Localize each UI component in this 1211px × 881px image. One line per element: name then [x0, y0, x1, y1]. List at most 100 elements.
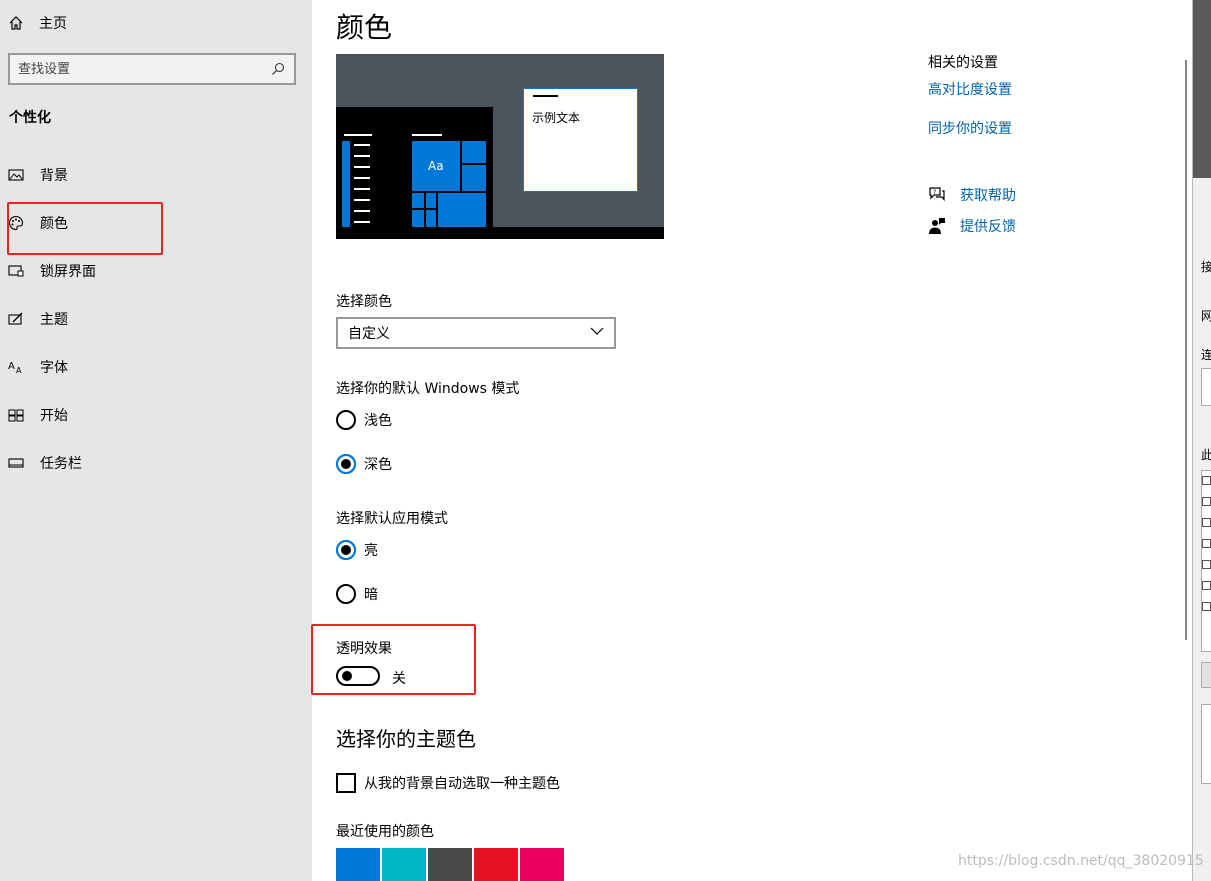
- recent-colors: [336, 848, 566, 881]
- sidebar-item-lock-screen[interactable]: 锁屏界面: [8, 253, 308, 289]
- preview-divider: [460, 163, 486, 165]
- choose-color-dropdown[interactable]: 自定义: [336, 317, 616, 349]
- preview-line: [344, 134, 372, 136]
- taskbar-icon: [8, 455, 24, 471]
- preview-line: [354, 166, 370, 168]
- high-contrast-link[interactable]: 高对比度设置: [928, 79, 1012, 99]
- transparency-state: 关: [392, 671, 406, 687]
- sync-settings-link[interactable]: 同步你的设置: [928, 118, 1012, 138]
- color-swatch[interactable]: [336, 848, 380, 881]
- svg-text:A: A: [8, 361, 15, 372]
- color-preview: Aa 示例文本: [336, 54, 664, 239]
- preview-start-menu: Aa: [336, 107, 493, 239]
- sidebar-item-background[interactable]: 背景: [8, 157, 308, 193]
- radio-circle-selected[interactable]: [336, 454, 356, 474]
- background-window-checkbox: [1202, 602, 1211, 611]
- color-swatch[interactable]: [520, 848, 564, 881]
- background-window-text: 此: [1201, 446, 1211, 463]
- chevron-down-icon: [590, 324, 604, 342]
- sidebar-item-label: 主题: [40, 312, 68, 328]
- preview-line: [354, 177, 370, 179]
- preview-line: [354, 188, 370, 190]
- radio-circle-selected[interactable]: [336, 540, 356, 560]
- sidebar-item-label: 开始: [40, 408, 68, 424]
- watermark: https://blog.csdn.net/qq_38020915: [958, 853, 1204, 869]
- home-link[interactable]: 主页: [8, 13, 67, 33]
- preview-line: [412, 134, 442, 136]
- choose-color-value: 自定义: [348, 326, 390, 342]
- recent-colors-label: 最近使用的颜色: [336, 824, 434, 840]
- preview-divider: [436, 191, 438, 227]
- sidebar-item-fonts[interactable]: AA 字体: [8, 349, 308, 385]
- color-swatch[interactable]: [382, 848, 426, 881]
- background-window-panel: [1201, 704, 1211, 784]
- radio-label: 深色: [364, 457, 392, 473]
- preview-line: [354, 221, 370, 223]
- page-title: 颜色: [336, 11, 393, 44]
- color-swatch[interactable]: [428, 848, 472, 881]
- sidebar-item-label: 字体: [40, 360, 68, 376]
- background-window-checkbox: [1202, 476, 1211, 485]
- radio-label: 亮: [364, 543, 378, 559]
- color-swatch[interactable]: [474, 848, 518, 881]
- radio-circle[interactable]: [336, 410, 356, 430]
- radio-label: 浅色: [364, 413, 392, 429]
- sidebar: 主页 个性化 背景 颜色 锁屏界面 主题 AA 字体: [0, 0, 312, 881]
- preview-sample-text: 示例文本: [532, 111, 581, 125]
- sidebar-item-label: 任务栏: [40, 456, 82, 472]
- preview-window: 示例文本: [523, 88, 638, 192]
- preview-tile-text: Aa: [428, 159, 444, 173]
- windows-mode-label: 选择你的默认 Windows 模式: [336, 381, 520, 397]
- scrollbar[interactable]: [1185, 60, 1187, 640]
- start-icon: [8, 407, 24, 423]
- background-window-button: [1201, 662, 1211, 688]
- background-window-checkbox: [1202, 560, 1211, 569]
- sidebar-item-label: 背景: [40, 168, 68, 184]
- sidebar-item-start[interactable]: 开始: [8, 397, 308, 433]
- checkbox-box[interactable]: [336, 773, 356, 793]
- radio-windows-dark[interactable]: 深色: [336, 452, 392, 476]
- radio-windows-light[interactable]: 浅色: [336, 408, 392, 432]
- search-input[interactable]: [18, 61, 270, 77]
- feedback-icon: [928, 217, 946, 235]
- svg-text:A: A: [16, 366, 22, 375]
- preview-line: [354, 144, 370, 146]
- radio-app-dark[interactable]: 暗: [336, 582, 378, 606]
- checkbox-label: 从我的背景自动选取一种主题色: [364, 776, 560, 792]
- search-icon[interactable]: [270, 61, 286, 77]
- related-settings-title: 相关的设置: [928, 55, 998, 71]
- radio-circle[interactable]: [336, 584, 356, 604]
- transparency-toggle[interactable]: [336, 666, 380, 686]
- preview-window-bar: [533, 95, 558, 97]
- radio-app-light[interactable]: 亮: [336, 538, 378, 562]
- preview-divider: [460, 141, 462, 193]
- help-chat-icon: ?: [928, 186, 946, 204]
- home-label: 主页: [39, 16, 67, 32]
- accent-heading: 选择你的主题色: [336, 727, 476, 751]
- search-box[interactable]: [8, 53, 296, 85]
- give-feedback-link[interactable]: 提供反馈: [928, 216, 1016, 236]
- preview-line: [354, 155, 370, 157]
- main-content: 颜色 Aa 示例文本 选择颜色 自定义 选择你的默认 Windows 模式 浅色…: [311, 0, 1192, 881]
- auto-accent-checkbox[interactable]: 从我的背景自动选取一种主题色: [336, 773, 560, 793]
- background-window-text: 网络: [1201, 307, 1211, 324]
- background-window-checkbox: [1202, 497, 1211, 506]
- svg-text:?: ?: [933, 189, 936, 196]
- image-icon: [8, 167, 24, 183]
- highlight-box-colors: [7, 202, 163, 255]
- background-window-checkbox: [1202, 518, 1211, 527]
- background-window: 接 网络 连 此: [1192, 0, 1211, 881]
- background-window-text: 接: [1201, 258, 1211, 275]
- get-help-link[interactable]: ? 获取帮助: [928, 185, 1016, 205]
- preview-line: [354, 199, 370, 201]
- sidebar-item-themes[interactable]: 主题: [8, 301, 308, 337]
- preview-tile: [342, 141, 350, 227]
- home-icon: [8, 15, 24, 31]
- sidebar-item-taskbar[interactable]: 任务栏: [8, 445, 308, 481]
- preview-taskbar: [336, 227, 664, 239]
- background-window-dark-area: [1193, 0, 1211, 178]
- transparency-label: 透明效果: [336, 641, 392, 657]
- toggle-knob: [342, 671, 352, 681]
- get-help-label: 获取帮助: [960, 188, 1016, 204]
- font-icon: AA: [8, 359, 24, 375]
